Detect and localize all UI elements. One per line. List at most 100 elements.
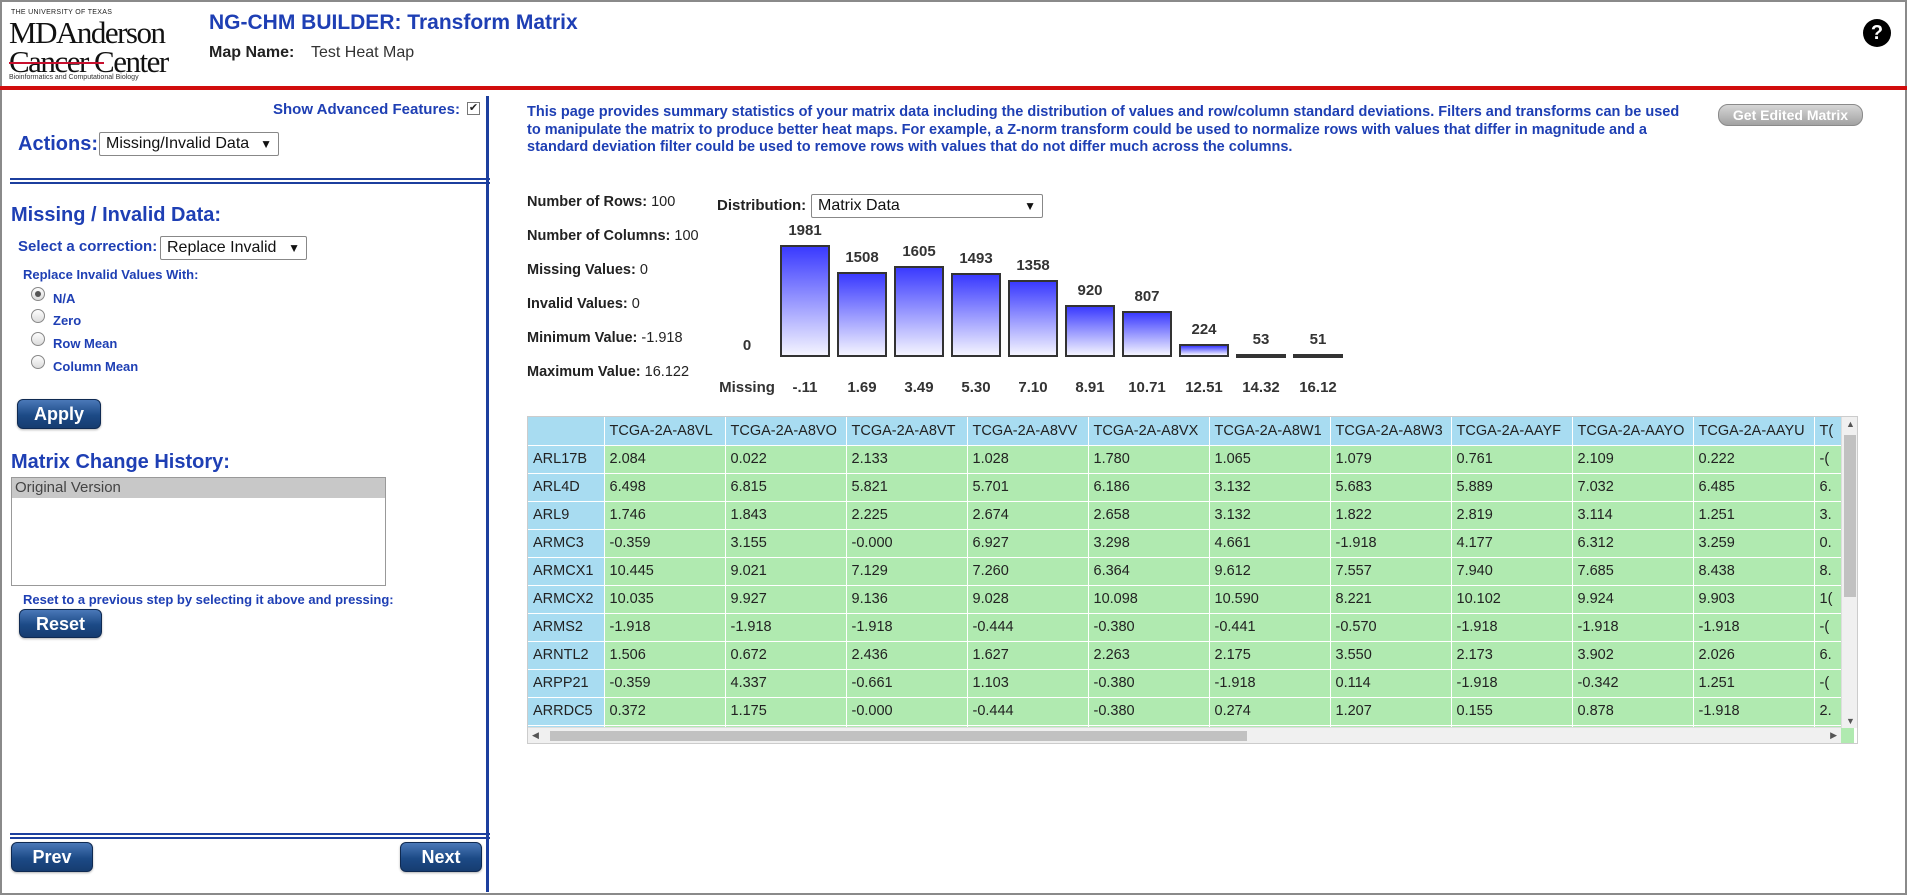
prev-button[interactable]: Prev [11,842,93,872]
table-cell: 6.498 [604,473,726,502]
footer-divider [10,833,490,839]
history-list[interactable]: Original Version [11,477,386,586]
table-row: ARMS2 -1.918 -1.918 -1.918 -0.444 -0.380 -0.44… [528,613,1855,642]
table-cell: -1.918 [1209,669,1331,698]
row-header[interactable]: ARL4D [528,473,605,502]
column-header[interactable]: TCGA-2A-A8VX [1088,417,1210,446]
column-header[interactable]: TCGA-2A-A8W3 [1330,417,1452,446]
row-header[interactable]: ARMS2 [528,613,605,642]
row-header[interactable]: ARRDC5 [528,697,605,726]
table-cell: 5.683 [1330,473,1452,502]
bin-tick-label: 3.49 [904,379,934,396]
matrix-table[interactable]: TCGA-2A-A8VL TCGA-2A-A8VO TCGA-2A-A8VT TCGA… [527,416,1858,744]
row-header[interactable]: ARMCX1 [528,557,605,586]
table-cell: 0.274 [1209,697,1331,726]
correction-select[interactable]: Replace Invalid ▼ [160,236,307,260]
column-header[interactable]: TCGA-2A-A8VO [725,417,847,446]
next-button[interactable]: Next [400,842,482,872]
row-header[interactable]: ARMC3 [528,529,605,558]
scroll-down-icon[interactable]: ▼ [1846,716,1855,726]
vertical-scrollbar[interactable]: ▲ ▼ [1841,417,1857,728]
row-header[interactable]: ARMCX2 [528,585,605,614]
get-edited-matrix-button[interactable]: Get Edited Matrix [1718,104,1863,126]
histogram-bar[interactable] [894,266,944,357]
chevron-down-icon: ▼ [288,241,300,255]
table-cell: 2.133 [846,445,968,474]
histogram-bar[interactable] [1122,311,1172,357]
actions-select-value: Missing/Invalid Data [106,135,250,152]
table-cell: -0.000 [846,529,968,558]
radio-button[interactable] [31,309,45,323]
row-header[interactable]: ARNTL2 [528,641,605,670]
scroll-thumb[interactable] [1844,435,1856,597]
table-cell: 2.109 [1572,445,1694,474]
show-advanced-checkbox[interactable]: ✔ [467,102,480,115]
column-header[interactable]: TCGA-2A-A8VL [604,417,726,446]
table-cell: 1.175 [725,697,847,726]
correction-select-value: Replace Invalid [167,239,277,256]
scroll-right-icon[interactable]: ▶ [1830,730,1837,741]
table-cell: 4.337 [725,669,847,698]
table-cell: -1.918 [1330,529,1452,558]
reset-button[interactable]: Reset [19,609,102,638]
scroll-up-icon[interactable]: ▲ [1846,419,1855,429]
table-cell: 9.136 [846,585,968,614]
column-header[interactable]: TCGA-2A-A8VV [967,417,1089,446]
scroll-thumb[interactable] [550,731,1247,741]
horizontal-scrollbar[interactable]: ◀ ▶ [528,727,1841,743]
row-header[interactable]: ARL17B [528,445,605,474]
histogram-bar[interactable] [1008,280,1058,357]
distribution-chart: 0 Missing 1981 -.11 1508 1.69 1605 3.49 1493 5.30… [700,215,1350,405]
column-header[interactable]: TCGA-2A-AAYO [1572,417,1694,446]
column-header[interactable]: TCGA-2A-A8VT [846,417,968,446]
radio-button[interactable] [31,332,45,346]
column-header[interactable]: TCGA-2A-AAYU [1693,417,1815,446]
apply-button[interactable]: Apply [17,399,101,429]
table-cell: 2.173 [1451,641,1573,670]
histogram-bar[interactable] [951,273,1001,357]
table-cell: 1.822 [1330,501,1452,530]
histogram-bar[interactable] [1179,344,1229,357]
histogram-bar[interactable] [1065,305,1115,357]
table-cell: 6.186 [1088,473,1210,502]
bin-tick-label: 1.69 [847,379,877,396]
histogram-bar[interactable] [1236,354,1286,358]
table-cell: 5.701 [967,473,1089,502]
left-panel: Show Advanced Features: ✔ Actions: Missi… [4,90,490,893]
bin-tick-label: 8.91 [1075,379,1105,396]
table-cell: -0.441 [1209,613,1331,642]
actions-select[interactable]: Missing/Invalid Data ▼ [99,132,279,156]
table-cell: 0.114 [1330,669,1452,698]
table-row: ARPP21 -0.359 4.337 -0.661 1.103 -0.380 -1.918… [528,669,1855,698]
row-header[interactable]: ARL9 [528,501,605,530]
bin-tick-label: 10.71 [1128,379,1166,396]
map-name-value: Test Heat Map [311,44,415,61]
histogram-bar[interactable] [780,245,830,357]
histogram-bar[interactable] [837,272,887,357]
column-header[interactable]: TCGA-2A-A8W1 [1209,417,1331,446]
radio-button[interactable] [31,355,45,369]
stat-value: 100 [651,194,676,210]
table-row: ARRDC5 0.372 1.175 -0.000 -0.444 -0.380 0.274 1… [528,697,1855,726]
table-row: ARMCX2 10.035 9.927 9.136 9.028 10.098 10.590 8… [528,585,1855,614]
distribution-select-value: Matrix Data [818,197,900,214]
histogram-bar[interactable] [1293,354,1343,358]
table-cell: -1.918 [1572,613,1694,642]
bin-tick-label: 16.12 [1299,379,1337,396]
table-cell: -0.342 [1572,669,1694,698]
table-cell: 1.780 [1088,445,1210,474]
radio-label: Row Mean [53,336,118,351]
table-cell: 7.557 [1330,557,1452,586]
table-cell: 1.251 [1693,501,1815,530]
radio-label: Zero [53,313,82,328]
table-cell: -0.359 [604,529,726,558]
table-cell: 3.550 [1330,641,1452,670]
column-header[interactable]: TCGA-2A-AAYF [1451,417,1573,446]
chevron-down-icon: ▼ [1024,199,1036,213]
help-icon[interactable]: ? [1863,19,1891,47]
radio-button[interactable] [31,287,45,301]
table-cell: 3.155 [725,529,847,558]
row-header[interactable]: ARPP21 [528,669,605,698]
scroll-left-icon[interactable]: ◀ [532,730,539,741]
history-item[interactable]: Original Version [12,478,385,498]
